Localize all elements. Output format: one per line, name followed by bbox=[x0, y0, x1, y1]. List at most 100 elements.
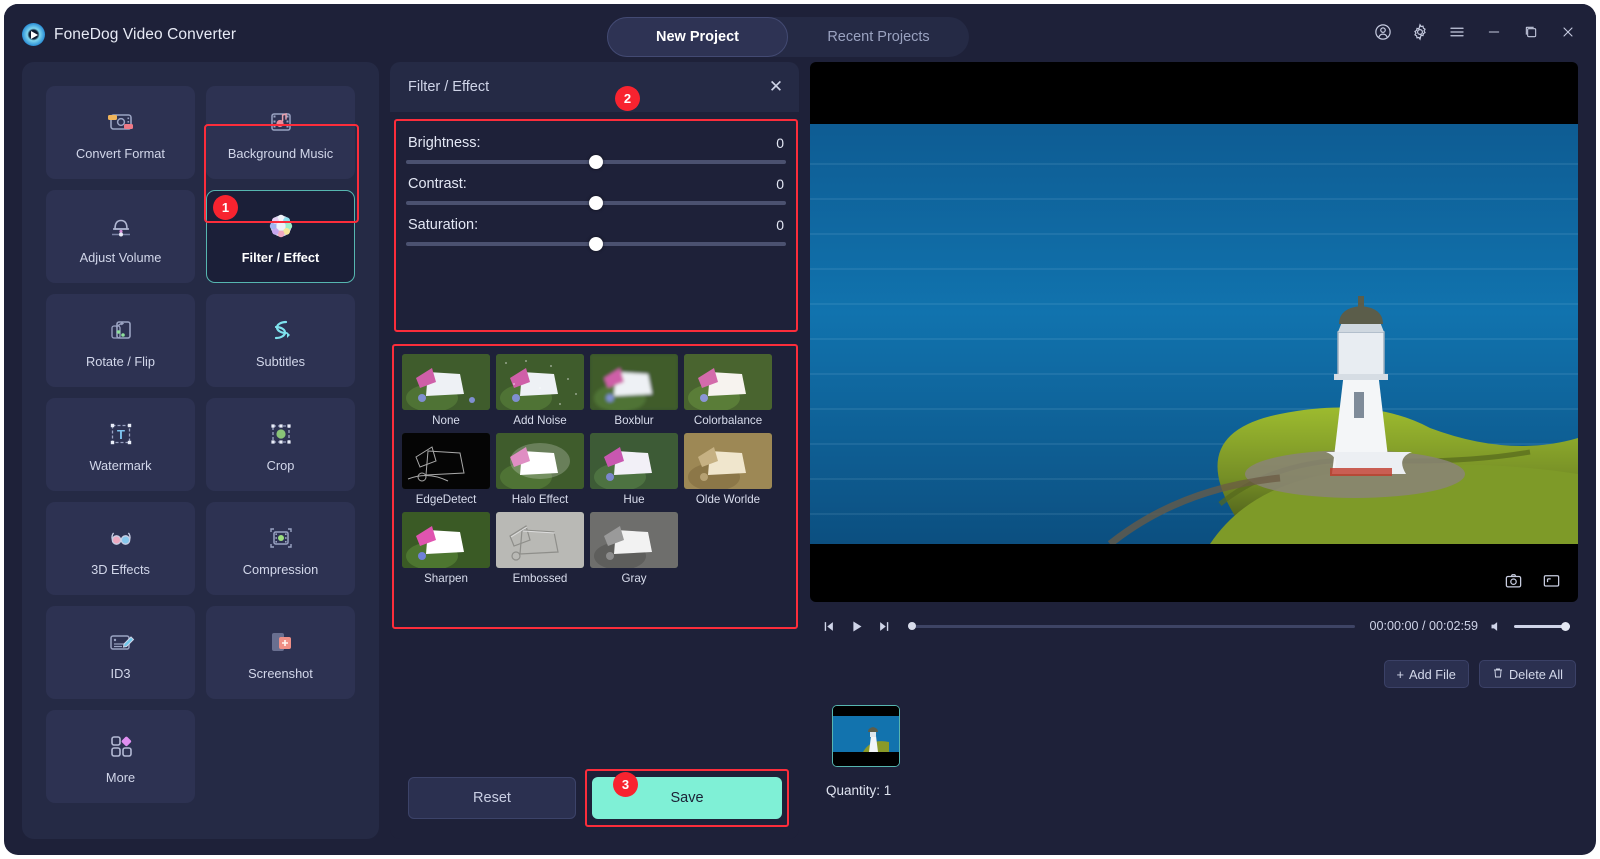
sidebar-item-label: More bbox=[106, 770, 135, 785]
slider-value: 0 bbox=[776, 135, 784, 151]
file-thumbnail[interactable] bbox=[832, 705, 900, 767]
sidebar-item-label: Filter / Effect bbox=[242, 250, 320, 265]
minimize-icon[interactable] bbox=[1484, 22, 1504, 42]
project-tabs: New Project Recent Projects bbox=[607, 17, 969, 57]
account-icon[interactable] bbox=[1373, 22, 1393, 42]
sidebar-item-convert-format[interactable]: Convert Format bbox=[46, 86, 195, 179]
tab-recent-projects[interactable]: Recent Projects bbox=[788, 17, 969, 57]
preview-overlay-buttons bbox=[1498, 568, 1566, 592]
convert-format-icon bbox=[104, 105, 138, 139]
slider-label: Brightness: bbox=[408, 135, 481, 151]
previous-frame-icon[interactable] bbox=[818, 616, 838, 636]
brightness-slider-track[interactable] bbox=[406, 160, 786, 164]
sidebar-item-background-music[interactable]: Background Music bbox=[206, 86, 355, 179]
sidebar-item-id3[interactable]: ID3 bbox=[46, 606, 195, 699]
svg-text:T: T bbox=[117, 427, 125, 442]
sidebar-item-label: Rotate / Flip bbox=[86, 354, 155, 369]
filter-label: Sharpen bbox=[402, 572, 490, 585]
sidebar-item-screenshot[interactable]: Screenshot bbox=[206, 606, 355, 699]
filter-preset[interactable]: Gray bbox=[590, 512, 678, 585]
panel-actions: Reset Save bbox=[408, 777, 782, 819]
3d-effects-icon bbox=[104, 521, 138, 555]
app-title: FoneDog Video Converter bbox=[54, 26, 236, 44]
seek-bar[interactable] bbox=[908, 625, 1355, 628]
maximize-icon[interactable] bbox=[1521, 22, 1541, 42]
timecode: 00:00:00 / 00:02:59 bbox=[1369, 619, 1478, 633]
play-icon[interactable] bbox=[846, 616, 866, 636]
filter-label: Colorbalance bbox=[684, 414, 772, 427]
close-icon[interactable] bbox=[1558, 22, 1578, 42]
filter-preset[interactable]: None bbox=[402, 354, 490, 427]
screenshot-icon bbox=[264, 625, 298, 659]
tab-new-project[interactable]: New Project bbox=[607, 17, 788, 57]
sidebar-item-label: Watermark bbox=[89, 458, 151, 473]
compression-icon bbox=[264, 521, 298, 555]
quantity-label: Quantity: 1 bbox=[826, 783, 900, 798]
video-preview[interactable] bbox=[810, 62, 1578, 602]
file-item: Quantity: 1 bbox=[832, 705, 900, 798]
filter-preset[interactable]: Add Noise bbox=[496, 354, 584, 427]
brand: FoneDog Video Converter bbox=[22, 23, 236, 46]
filter-thumbnail bbox=[496, 354, 584, 410]
slider-label: Saturation: bbox=[408, 217, 478, 233]
slider-label: Contrast: bbox=[408, 176, 467, 192]
sidebar-item-watermark[interactable]: T Watermark bbox=[46, 398, 195, 491]
background-music-icon bbox=[264, 105, 298, 139]
contrast-slider-thumb[interactable] bbox=[589, 196, 603, 210]
add-file-button[interactable]: + Add File bbox=[1384, 660, 1469, 688]
filter-thumbnail bbox=[402, 354, 490, 410]
delete-all-button[interactable]: Delete All bbox=[1479, 660, 1576, 688]
camera-icon[interactable] bbox=[1498, 568, 1528, 592]
sidebar-item-label: Screenshot bbox=[248, 666, 313, 681]
sidebar-item-label: Adjust Volume bbox=[80, 250, 162, 265]
crop-icon bbox=[264, 417, 298, 451]
menu-icon[interactable] bbox=[1447, 22, 1467, 42]
rotate-flip-icon bbox=[104, 313, 138, 347]
contrast-slider-track[interactable] bbox=[406, 201, 786, 205]
filter-label: EdgeDetect bbox=[402, 493, 490, 506]
reset-button[interactable]: Reset bbox=[408, 777, 576, 819]
filter-label: Gray bbox=[590, 572, 678, 585]
window-buttons bbox=[1373, 22, 1578, 42]
next-frame-icon[interactable] bbox=[874, 616, 894, 636]
saturation-slider-track[interactable] bbox=[406, 242, 786, 246]
seek-handle[interactable] bbox=[908, 622, 916, 630]
filter-thumbnail bbox=[590, 354, 678, 410]
brightness-slider-thumb[interactable] bbox=[589, 155, 603, 169]
filter-thumbnail bbox=[684, 354, 772, 410]
sidebar-item-3d-effects[interactable]: 3D Effects bbox=[46, 502, 195, 595]
filter-preset[interactable]: Colorbalance bbox=[684, 354, 772, 427]
sidebar-item-label: Crop bbox=[267, 458, 295, 473]
filter-preset[interactable]: EdgeDetect bbox=[402, 433, 490, 506]
play-circle-logo bbox=[22, 23, 45, 46]
panel-header: Filter / Effect ✕ bbox=[390, 62, 799, 112]
filter-preset[interactable]: Hue bbox=[590, 433, 678, 506]
tools-sidebar: Convert Format Backg bbox=[22, 62, 379, 839]
app-window: FoneDog Video Converter New Project Rece… bbox=[4, 4, 1596, 855]
saturation-slider-thumb[interactable] bbox=[589, 237, 603, 251]
gear-icon[interactable] bbox=[1410, 22, 1430, 42]
close-icon[interactable]: ✕ bbox=[765, 76, 787, 98]
volume-handle[interactable] bbox=[1561, 622, 1570, 631]
sidebar-item-label: ID3 bbox=[111, 666, 131, 681]
sidebar-item-crop[interactable]: Crop bbox=[206, 398, 355, 491]
filter-preset[interactable]: Sharpen bbox=[402, 512, 490, 585]
sidebar-item-compression[interactable]: Compression bbox=[206, 502, 355, 595]
sidebar-item-adjust-volume[interactable]: Adjust Volume bbox=[46, 190, 195, 283]
delete-all-label: Delete All bbox=[1509, 667, 1563, 682]
volume-slider[interactable] bbox=[1514, 625, 1570, 628]
sidebar-item-rotate-flip[interactable]: Rotate / Flip bbox=[46, 294, 195, 387]
plus-icon: + bbox=[1397, 667, 1404, 682]
video-frame bbox=[810, 124, 1578, 544]
add-file-label: Add File bbox=[1409, 667, 1456, 682]
sidebar-item-more[interactable]: More bbox=[46, 710, 195, 803]
filter-preset[interactable]: Halo Effect bbox=[496, 433, 584, 506]
filter-preset[interactable]: Embossed bbox=[496, 512, 584, 585]
sidebar-item-subtitles[interactable]: Subtitles bbox=[206, 294, 355, 387]
filter-preset[interactable]: Olde Worlde bbox=[684, 433, 772, 506]
trash-icon bbox=[1492, 667, 1504, 682]
filter-preset[interactable]: Boxblur bbox=[590, 354, 678, 427]
volume-icon[interactable] bbox=[1486, 616, 1506, 636]
slider-contrast: Contrast: 0 bbox=[406, 176, 786, 205]
fullscreen-icon[interactable] bbox=[1536, 568, 1566, 592]
